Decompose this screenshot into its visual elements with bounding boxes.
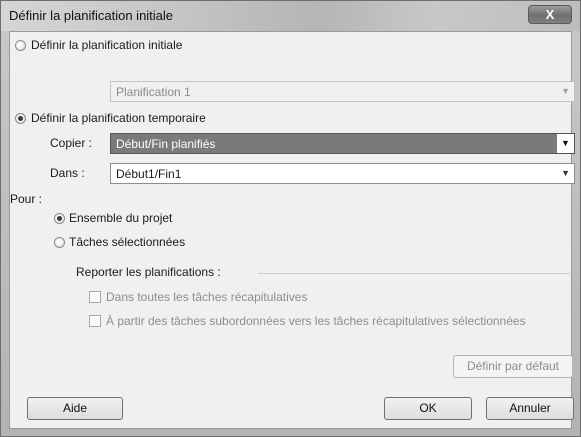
close-icon: X [545, 7, 555, 22]
baseline-radio-label[interactable]: Définir la planification initiale [31, 38, 182, 52]
set-default-button[interactable]: Définir par défaut [453, 355, 573, 378]
baseline-combo[interactable]: Planification 1 ▼ [110, 81, 575, 102]
dialog-title: Définir la planification initiale [9, 8, 174, 23]
scope-label: Pour : [10, 192, 43, 206]
copy-combo[interactable]: Début/Fin planifiés ▼ [110, 133, 575, 154]
ok-button-label: OK [419, 401, 437, 415]
baseline-combo-value: Planification 1 [116, 85, 191, 99]
baseline-radio[interactable] [15, 40, 26, 51]
scope-selected-tasks-radio[interactable] [54, 237, 65, 248]
close-button[interactable]: X [528, 5, 572, 24]
ok-button[interactable]: OK [384, 397, 472, 420]
copy-label: Copier : [50, 136, 93, 150]
copy-combo-value: Début/Fin planifiés [116, 137, 216, 151]
dialog-content: Définir la planification initiale Planif… [9, 31, 575, 429]
rollup-all-summary-label[interactable]: Dans toutes les tâches récapitulatives [106, 290, 307, 304]
chevron-down-icon: ▼ [561, 86, 570, 96]
group-divider [258, 273, 570, 274]
set-default-button-label: Définir par défaut [466, 359, 560, 373]
rollup-selected-summary-label[interactable]: À partir des tâches subordonnées vers le… [106, 314, 526, 328]
help-button-label: Aide [62, 401, 88, 415]
rollup-group-label: Reporter les planifications : [76, 265, 221, 279]
chevron-down-icon: ▼ [557, 134, 574, 153]
scope-project-radio[interactable] [54, 213, 65, 224]
into-combo-value: Début1/Fin1 [116, 167, 182, 181]
interim-radio[interactable] [15, 113, 26, 124]
interim-radio-label[interactable]: Définir la planification temporaire [31, 111, 206, 125]
scope-project-label[interactable]: Ensemble du projet [69, 211, 172, 225]
title-bar[interactable]: Définir la planification initiale X [1, 1, 580, 31]
rollup-selected-summary-checkbox[interactable] [89, 315, 101, 327]
dialog-window: Définir la planification initiale X Défi… [0, 0, 581, 437]
cancel-button-label: Annuler [509, 401, 551, 415]
rollup-all-summary-checkbox[interactable] [89, 291, 101, 303]
into-label: Dans : [50, 166, 85, 180]
help-button[interactable]: Aide [27, 397, 123, 420]
into-combo[interactable]: Début1/Fin1 ▼ [110, 163, 575, 184]
scope-selected-tasks-label[interactable]: Tâches sélectionnées [69, 235, 185, 249]
chevron-down-icon: ▼ [561, 168, 570, 178]
cancel-button[interactable]: Annuler [486, 397, 574, 420]
